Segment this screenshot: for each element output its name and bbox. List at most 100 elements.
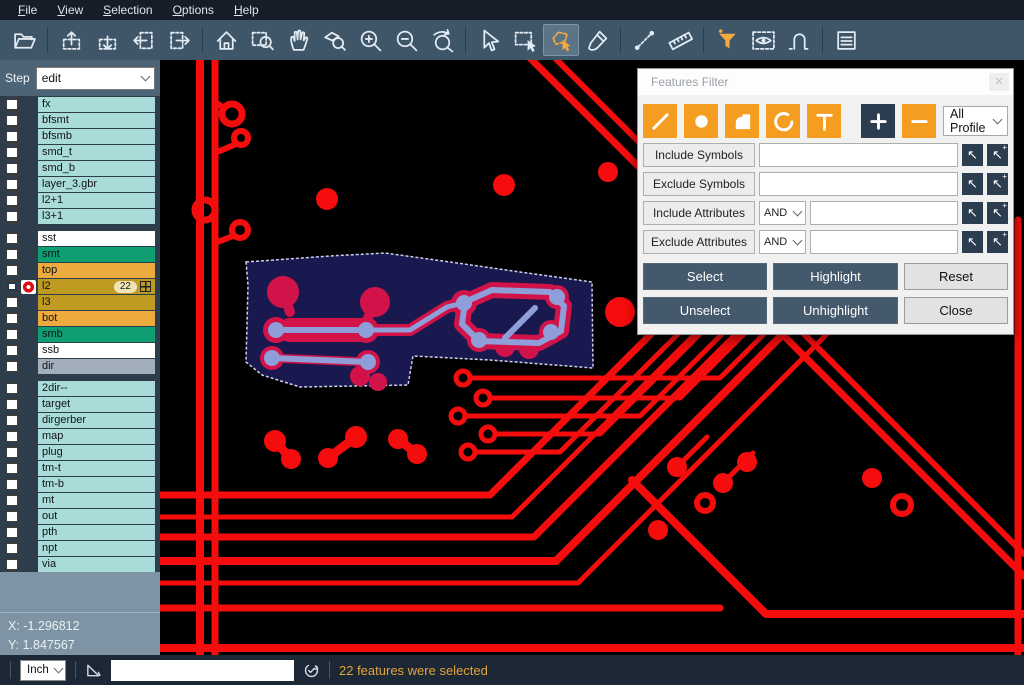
layer-row-ssb[interactable]: ssb [0, 343, 160, 358]
layer-row-pth[interactable]: pth [0, 525, 160, 540]
layer-row-l2+1[interactable]: l2+1 [0, 193, 160, 208]
exclude-symbols-button[interactable]: Exclude Symbols [643, 172, 755, 196]
menu-selection[interactable]: Selection [93, 0, 162, 20]
layer-row-tm-t[interactable]: tm-t [0, 461, 160, 476]
zoom-window-button[interactable] [244, 24, 280, 56]
layer-name[interactable]: 2dir-- [38, 381, 155, 396]
layer-checkbox[interactable] [5, 558, 19, 571]
pan-hand-button[interactable] [280, 24, 316, 56]
move-down-button[interactable] [89, 24, 125, 56]
layer-row-smt[interactable]: smt [0, 247, 160, 262]
layer-checkbox[interactable] [5, 194, 19, 207]
zoom-object-button[interactable] [316, 24, 352, 56]
dialog-titlebar[interactable]: Features Filter ✕ [638, 69, 1013, 95]
layer-row-tm-b[interactable]: tm-b [0, 477, 160, 492]
layer-name[interactable]: layer_3.gbr [38, 177, 155, 192]
layer-name[interactable]: sst [38, 231, 155, 246]
filter-add-button[interactable] [861, 104, 895, 138]
layer-name[interactable]: dirgerber [38, 413, 155, 428]
sync-icon[interactable] [303, 662, 320, 679]
highlight-button[interactable]: Highlight [773, 263, 898, 290]
pick-attribute-button[interactable]: ↖ [962, 231, 983, 253]
layer-name[interactable]: via [38, 557, 155, 572]
exclude-attributes-button[interactable]: Exclude Attributes [643, 230, 755, 254]
include-attributes-button[interactable]: Include Attributes [643, 201, 755, 225]
layer-row-plug[interactable]: plug [0, 445, 160, 460]
layers-panel-button[interactable] [828, 24, 864, 56]
reset-button[interactable]: Reset [904, 263, 1008, 290]
layer-checkbox[interactable] [5, 344, 19, 357]
layer-checkbox[interactable] [5, 382, 19, 395]
layer-name[interactable]: dir [38, 359, 155, 374]
layer-row-out[interactable]: out [0, 509, 160, 524]
move-right-button[interactable] [161, 24, 197, 56]
grid-icon[interactable] [140, 281, 151, 292]
layer-name[interactable]: top [38, 263, 155, 278]
step-select[interactable]: edit [36, 67, 155, 90]
layer-checkbox[interactable] [5, 178, 19, 191]
layer-name[interactable]: pth [38, 525, 155, 540]
layer-checkbox[interactable] [5, 542, 19, 555]
filter-surface-button[interactable] [725, 104, 759, 138]
layer-checkbox[interactable] [5, 510, 19, 523]
layer-row-dir[interactable]: dir [0, 359, 160, 374]
command-input[interactable] [111, 660, 294, 681]
select-rectangle-button[interactable] [507, 24, 543, 56]
layer-checkbox[interactable] [5, 360, 19, 373]
select-button[interactable]: Select [643, 263, 767, 290]
layer-row-npt[interactable]: npt [0, 541, 160, 556]
layer-name[interactable]: l3 [38, 295, 155, 310]
layer-name[interactable]: map [38, 429, 155, 444]
layer-row-smb[interactable]: smb [0, 327, 160, 342]
layer-checkbox[interactable] [5, 328, 19, 341]
layer-name[interactable]: ssb [38, 343, 155, 358]
view-options-button[interactable] [745, 24, 781, 56]
layer-checkbox[interactable] [5, 210, 19, 223]
layer-name[interactable]: tm-b [38, 477, 155, 492]
ruler-button[interactable] [662, 24, 698, 56]
menu-view[interactable]: View [47, 0, 93, 20]
layer-name[interactable]: target [38, 397, 155, 412]
layer-row-dirgerber[interactable]: dirgerber [0, 413, 160, 428]
close-button[interactable]: Close [904, 297, 1008, 324]
include-symbols-button[interactable]: Include Symbols [643, 143, 755, 167]
layer-checkbox[interactable] [5, 526, 19, 539]
features-filter-button[interactable] [709, 24, 745, 56]
angle-measure-icon[interactable] [85, 662, 102, 679]
layer-checkbox[interactable] [5, 130, 19, 143]
home-button[interactable] [208, 24, 244, 56]
layer-checkbox[interactable] [5, 296, 19, 309]
layer-row-via[interactable]: via [0, 557, 160, 572]
layer-name[interactable]: smb [38, 327, 155, 342]
layer-row-2dir--[interactable]: 2dir-- [0, 381, 160, 396]
layer-name[interactable]: fx [38, 97, 155, 112]
move-left-button[interactable] [125, 24, 161, 56]
layer-checkbox[interactable] [5, 446, 19, 459]
layer-row-layer_3.gbr[interactable]: layer_3.gbr [0, 177, 160, 192]
layer-row-map[interactable]: map [0, 429, 160, 444]
layer-name[interactable]: bot [38, 311, 155, 326]
layer-name[interactable]: l222 [38, 279, 155, 294]
layer-checkbox[interactable] [5, 232, 19, 245]
pick-attribute-button[interactable]: ↖ [962, 202, 983, 224]
menu-help[interactable]: Help [224, 0, 269, 20]
filter-pad-button[interactable] [684, 104, 718, 138]
filter-remove-button[interactable] [902, 104, 936, 138]
layer-name[interactable]: npt [38, 541, 155, 556]
pcb-canvas[interactable]: Features Filter ✕ All Profile [160, 60, 1024, 655]
layer-checkbox[interactable] [5, 146, 19, 159]
layer-row-sst[interactable]: sst [0, 231, 160, 246]
pick-symbol-button[interactable]: ↖ [962, 173, 983, 195]
pick-add-symbol-button[interactable]: ↖+ [987, 173, 1008, 195]
pick-add-attribute-button[interactable]: ↖+ [987, 202, 1008, 224]
pick-symbol-button[interactable]: ↖ [962, 144, 983, 166]
include-attributes-logic-select[interactable]: AND [759, 201, 806, 225]
layer-row-smd_t[interactable]: smd_t [0, 145, 160, 160]
layer-name[interactable]: tm-t [38, 461, 155, 476]
layer-name[interactable]: l2+1 [38, 193, 155, 208]
layer-row-l2[interactable]: l222 [0, 279, 160, 294]
layer-name[interactable]: mt [38, 493, 155, 508]
layer-checkbox[interactable] [5, 114, 19, 127]
layer-checkbox[interactable] [5, 98, 19, 111]
unit-select[interactable]: Inch [20, 660, 66, 681]
